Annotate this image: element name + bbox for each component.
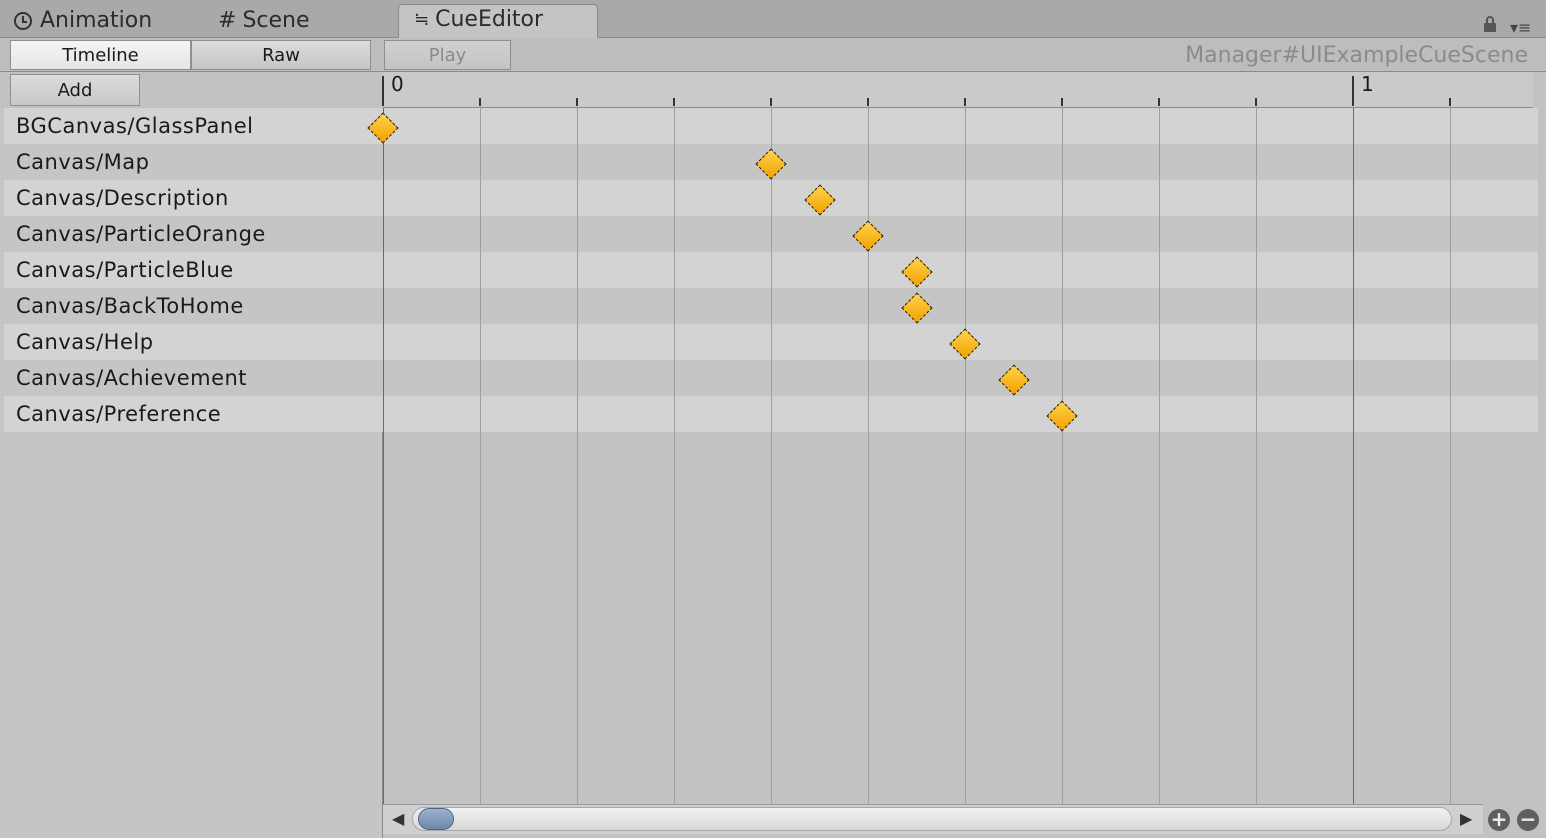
grid-line	[480, 108, 481, 804]
ruler-tick	[1449, 98, 1451, 106]
scroll-right-arrow-icon[interactable]: ▶	[1460, 804, 1472, 834]
grid-line	[1450, 108, 1451, 804]
hash-icon: #	[218, 8, 237, 33]
zoom-in-icon[interactable]: +	[1488, 809, 1510, 831]
timeline-button[interactable]: Timeline	[10, 40, 191, 70]
track-name: BGCanvas/GlassPanel	[16, 114, 254, 138]
ruler-tick	[770, 98, 772, 106]
track-name: Canvas/Description	[16, 186, 229, 210]
ruler-tick	[1158, 98, 1160, 106]
cue-icon: ≒	[414, 9, 430, 30]
tab-cue-editor-content[interactable]: ≒ CueEditor	[414, 3, 543, 37]
ruler-tick	[673, 98, 675, 106]
ruler-label-start: 0	[391, 72, 404, 96]
window-menu-icon[interactable]: ▾≡	[1510, 18, 1531, 37]
grid-line	[965, 108, 966, 804]
ruler-tick	[1061, 98, 1063, 106]
grid-line	[771, 108, 772, 804]
add-button[interactable]: Add	[10, 74, 140, 106]
scroll-left-arrow-icon[interactable]: ◀	[392, 804, 404, 834]
ruler-tick	[1352, 76, 1354, 106]
tab-scene[interactable]: # Scene	[218, 4, 310, 38]
scroll-track[interactable]	[412, 807, 1452, 831]
track-name: Canvas/Achievement	[16, 366, 248, 390]
grid-line	[383, 108, 384, 804]
grid-line	[868, 108, 869, 804]
grid-line	[577, 108, 578, 804]
ruler-tick	[867, 98, 869, 106]
tab-animation-label: Animation	[40, 8, 153, 33]
scroll-thumb[interactable]	[418, 808, 454, 830]
grid-line	[1353, 108, 1354, 804]
zoom-out-icon[interactable]: −	[1517, 809, 1539, 831]
grid-line	[1062, 108, 1063, 804]
grid-line	[1256, 108, 1257, 804]
raw-button[interactable]: Raw	[191, 40, 371, 70]
ruler-label-end: 1	[1361, 72, 1374, 96]
tab-scene-label: Scene	[242, 8, 310, 33]
track-name: Canvas/ParticleOrange	[16, 222, 266, 246]
track-name: Canvas/ParticleBlue	[16, 258, 234, 282]
ruler-tick	[382, 76, 384, 106]
track-name: Canvas/Help	[16, 330, 154, 354]
track-name: Canvas/Preference	[16, 402, 222, 426]
track-name: Canvas/Map	[16, 150, 150, 174]
tab-cue-editor-label: CueEditor	[435, 7, 544, 32]
lock-icon[interactable]	[1484, 16, 1496, 32]
ruler-tick	[1255, 98, 1257, 106]
ruler-tick	[576, 98, 578, 106]
ruler-tick	[479, 98, 481, 106]
track-name: Canvas/BackToHome	[16, 294, 244, 318]
play-button[interactable]: Play	[384, 40, 511, 70]
tab-animation[interactable]: Animation	[14, 4, 152, 38]
scene-title: Manager#UIExampleCueScene	[1185, 43, 1528, 68]
clock-icon	[14, 12, 32, 30]
grid-line	[674, 108, 675, 804]
ruler-tick	[964, 98, 966, 106]
grid-line	[1159, 108, 1160, 804]
